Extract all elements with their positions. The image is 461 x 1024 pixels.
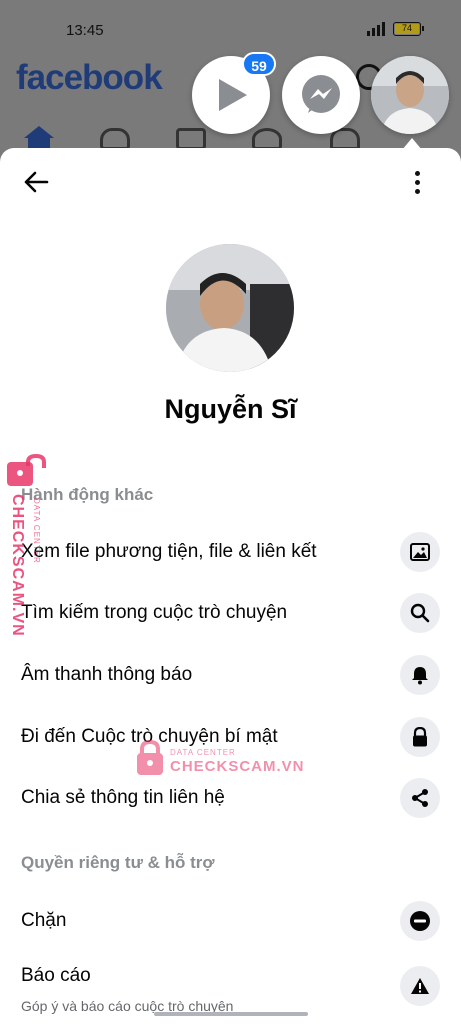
warning-icon (400, 966, 440, 1006)
arrow-left-icon (24, 171, 49, 193)
action-row-notification-sound[interactable]: Âm thanh thông báo (0, 647, 461, 703)
action-label: Tìm kiếm trong cuộc trò chuyện (21, 602, 288, 623)
dot-icon (414, 179, 420, 185)
watermark-lock-logo (7, 454, 46, 486)
block-icon (400, 901, 440, 941)
section-header-privacy: Quyền riêng tư & hỗ trợ (21, 853, 215, 872)
privacy-label: Chặn (21, 910, 67, 931)
bell-icon (400, 655, 440, 695)
chat-info-sheet: Nguyễn Sĩ Hành động khác Xem file phương… (0, 148, 461, 1024)
privacy-row-report[interactable]: Báo cáo Góp ý và báo cáo cuộc trò chuyện (0, 956, 461, 1014)
status-bar: 13:45 74 (0, 0, 461, 60)
lock-icon (400, 717, 440, 757)
battery-level: 74 (395, 24, 419, 34)
watermark-center: DATA CENTER CHECKSCAM.VN (136, 740, 304, 780)
more-options-button[interactable] (403, 168, 431, 196)
watermark-brand: CHECKSCAM.VN (9, 494, 26, 637)
signal-icon (367, 22, 385, 36)
dot-icon (414, 170, 420, 176)
action-label: Âm thanh thông báo (21, 664, 193, 685)
status-time: 13:45 (66, 22, 104, 39)
watermark-sub: DATA CENTER (170, 748, 236, 757)
video-chat-head[interactable]: 59 (192, 52, 276, 134)
facebook-logo: facebook (16, 58, 163, 97)
watermark-vertical: CHECKSCAM.VN DATA CENTER (4, 454, 48, 654)
action-label: Xem file phương tiện, file & liên kết (21, 541, 317, 562)
image-icon (400, 532, 440, 572)
dot-icon (414, 188, 420, 194)
action-row-view-media[interactable]: Xem file phương tiện, file & liên kết (0, 524, 461, 580)
share-icon (400, 778, 440, 818)
privacy-row-block[interactable]: Chặn (0, 893, 461, 949)
home-indicator (154, 1012, 308, 1016)
watermark-lock-logo (137, 740, 163, 775)
profile-avatar[interactable] (166, 244, 294, 372)
action-label: Chia sẻ thông tin liên hệ (21, 787, 225, 808)
status-indicators: 74 (367, 22, 424, 36)
messenger-icon (302, 75, 340, 113)
notification-badge: 59 (242, 52, 276, 76)
play-icon (219, 79, 247, 111)
battery-icon: 74 (393, 22, 424, 36)
privacy-label: Báo cáo (21, 965, 91, 986)
messenger-chat-head[interactable] (282, 56, 360, 134)
dating-icon (252, 128, 282, 150)
avatar-photo (371, 56, 449, 134)
active-chat-head-avatar[interactable] (371, 56, 449, 134)
action-row-search-conversation[interactable]: Tìm kiếm trong cuộc trò chuyện (0, 585, 461, 641)
back-button[interactable] (22, 168, 50, 196)
watermark-sub: DATA CENTER (32, 498, 41, 564)
profile-photo (166, 244, 294, 372)
profile-name: Nguyễn Sĩ (164, 394, 297, 424)
watermark-brand: CHECKSCAM.VN (170, 758, 305, 775)
video-tab-icon (176, 128, 206, 150)
friends-icon (100, 128, 130, 150)
search-icon (400, 593, 440, 633)
